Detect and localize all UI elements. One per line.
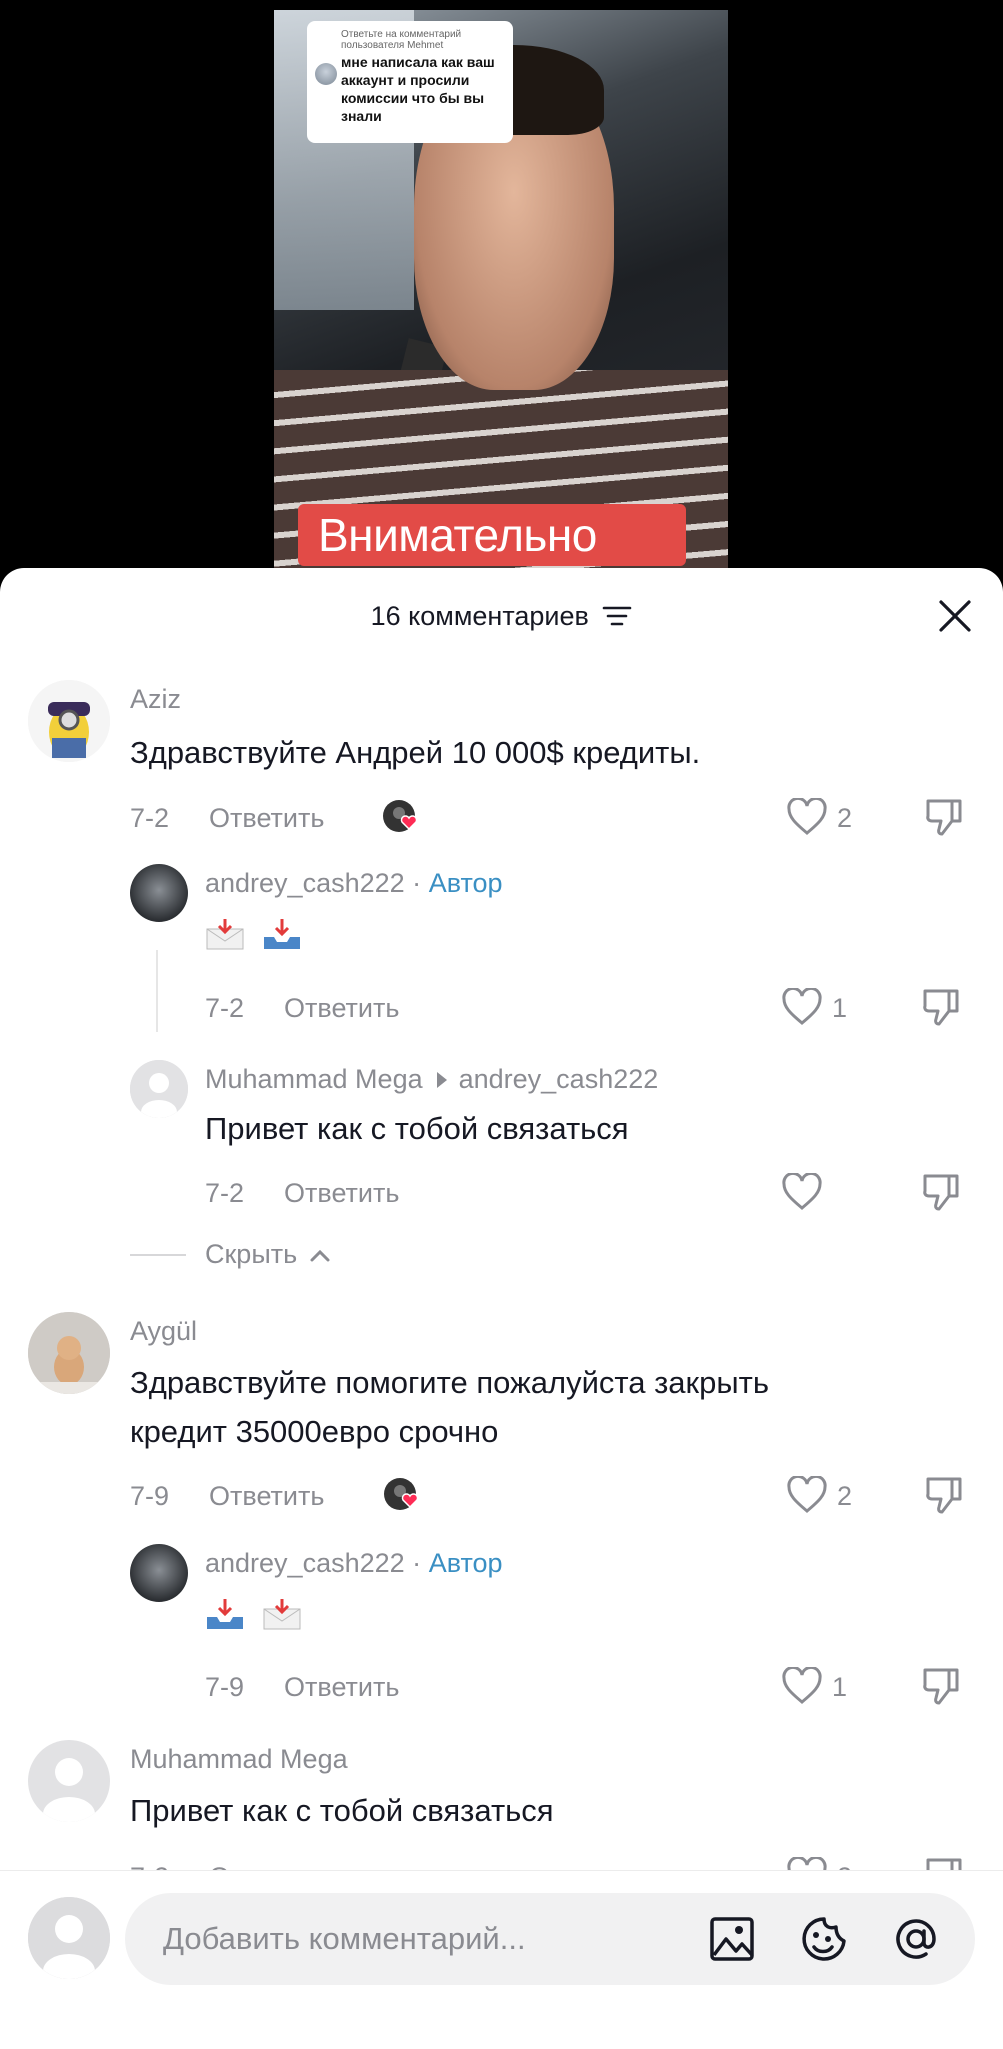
- cat-avatar-image: [28, 1312, 110, 1394]
- avatar[interactable]: [130, 1544, 188, 1602]
- heart-icon[interactable]: [786, 1476, 828, 1514]
- avatar[interactable]: [28, 680, 110, 762]
- heart-icon[interactable]: [781, 1667, 823, 1705]
- heart-icon[interactable]: [781, 1173, 823, 1211]
- comment-date: 7-2: [205, 1178, 245, 1208]
- dislike-icon[interactable]: [921, 1172, 963, 1212]
- image-icon[interactable]: [708, 1915, 756, 1963]
- avatar[interactable]: [28, 1740, 110, 1822]
- comment-meta: 7-2 Ответить: [130, 801, 324, 835]
- avatar[interactable]: [28, 1312, 110, 1394]
- comment-text: Привет как с тобой связаться: [130, 1793, 554, 1828]
- comment-date: 7-9: [205, 1672, 245, 1702]
- close-icon[interactable]: [937, 598, 973, 634]
- heart-icon[interactable]: [786, 798, 828, 836]
- author-badge: Автор: [428, 868, 503, 898]
- comment-meta: 7-2 Ответить: [205, 1176, 399, 1210]
- video-player[interactable]: Ответьте на комментарий пользователя Meh…: [274, 10, 728, 570]
- video-caption: Внимательно: [298, 504, 686, 566]
- username-label: andrey_cash222: [205, 1548, 405, 1578]
- reply-button[interactable]: Ответить: [209, 1481, 324, 1511]
- like-count: 2: [837, 803, 853, 833]
- author-badge: Автор: [428, 1548, 503, 1578]
- envelope-arrow-icon: [206, 918, 244, 950]
- comments-count-label: 16 комментариев: [370, 601, 589, 631]
- comment-username[interactable]: Muhammad Mega: [130, 1742, 348, 1776]
- comment-text: Здравствуйте Андрей 10 000$ кредиты.: [130, 735, 701, 770]
- heart-icon[interactable]: [781, 988, 823, 1026]
- dislike-icon[interactable]: [921, 1666, 963, 1706]
- default-avatar-icon: [130, 1060, 188, 1118]
- reply-button[interactable]: Ответить: [209, 803, 324, 833]
- comment-date: 7-2: [205, 993, 245, 1023]
- comment-username[interactable]: andrey_cash222 · Автор: [205, 1546, 503, 1580]
- mention-icon[interactable]: [892, 1915, 940, 1963]
- creator-liked-icon: [383, 800, 418, 832]
- avatar[interactable]: [130, 1060, 188, 1118]
- minion-avatar-image: [28, 680, 110, 762]
- default-avatar-icon: [28, 1897, 110, 1979]
- default-avatar-icon: [28, 1740, 110, 1822]
- comments-sheet: 16 комментариев Aziz Здравствуйте Андрей…: [0, 568, 1003, 2048]
- comment-meta: 7-2 Ответить: [205, 991, 399, 1025]
- username-label: Muhammad Mega: [205, 1064, 423, 1094]
- sheet-header: 16 комментариев: [0, 568, 1003, 668]
- comment-emoji-text: [205, 908, 310, 957]
- separator: ·: [412, 868, 422, 898]
- hide-replies-button[interactable]: Скрыть: [205, 1237, 331, 1271]
- creator-liked-badge: [382, 799, 418, 833]
- reply-button[interactable]: Ответить: [284, 1672, 399, 1702]
- comment-username[interactable]: Aziz: [130, 682, 181, 716]
- sort-icon[interactable]: [602, 603, 632, 629]
- like-count: 1: [832, 993, 848, 1023]
- comment-text-line1: Здравствуйте помогите пожалуйста закрыть: [130, 1365, 769, 1400]
- comment-username[interactable]: Muhammad Mega andrey_cash222: [205, 1062, 658, 1096]
- thread-line: [156, 950, 158, 1032]
- comment-date: 7-2: [130, 803, 170, 833]
- reply-to-label: Ответьте на комментарий пользователя Meh…: [341, 29, 462, 51]
- separator: ·: [412, 1548, 422, 1578]
- chevron-up-icon: [310, 1249, 330, 1262]
- reply-quoted-text: мне написала как ваш аккаунт и просили к…: [341, 54, 495, 124]
- reply-to-comment-sticker: Ответьте на комментарий пользователя Meh…: [307, 21, 513, 143]
- comment-date: 7-9: [130, 1481, 170, 1511]
- reply-arrow-icon: [436, 1071, 447, 1088]
- comment-username[interactable]: Aygül: [130, 1314, 197, 1348]
- emoji-icon[interactable]: [800, 1915, 848, 1963]
- like-count: 2: [837, 1481, 853, 1511]
- comment-text-line2: кредит 35000евро срочно: [130, 1414, 499, 1449]
- creator-liked-badge: [383, 1477, 419, 1511]
- comments-count-title[interactable]: 16 комментариев: [0, 598, 1003, 634]
- comment-username[interactable]: andrey_cash222 · Автор: [205, 866, 503, 900]
- dislike-icon[interactable]: [921, 987, 963, 1027]
- hide-replies-label: Скрыть: [205, 1239, 298, 1269]
- comment-emoji-text: [205, 1588, 310, 1637]
- avatar: [315, 63, 337, 85]
- reply-button[interactable]: Ответить: [284, 1178, 399, 1208]
- dislike-icon[interactable]: [924, 1475, 966, 1515]
- comment-composer: [0, 1870, 1003, 2049]
- comment-text: Привет как с тобой связаться: [205, 1111, 629, 1146]
- avatar[interactable]: [130, 864, 188, 922]
- comment-meta: 7-9 Ответить: [130, 1479, 324, 1513]
- avatar: [28, 1897, 110, 1979]
- inbox-tray-icon: [207, 1598, 243, 1629]
- dislike-icon[interactable]: [924, 797, 966, 837]
- divider: [130, 1254, 186, 1256]
- reply-to-username: andrey_cash222: [458, 1064, 659, 1094]
- reply-button[interactable]: Ответить: [284, 993, 399, 1023]
- creator-liked-icon: [384, 1478, 419, 1510]
- like-count: 1: [832, 1672, 848, 1702]
- inbox-tray-icon: [263, 918, 300, 949]
- username-label: andrey_cash222: [205, 868, 405, 898]
- envelope-arrow-icon: [263, 1598, 301, 1630]
- comment-meta: 7-9 Ответить: [205, 1670, 399, 1704]
